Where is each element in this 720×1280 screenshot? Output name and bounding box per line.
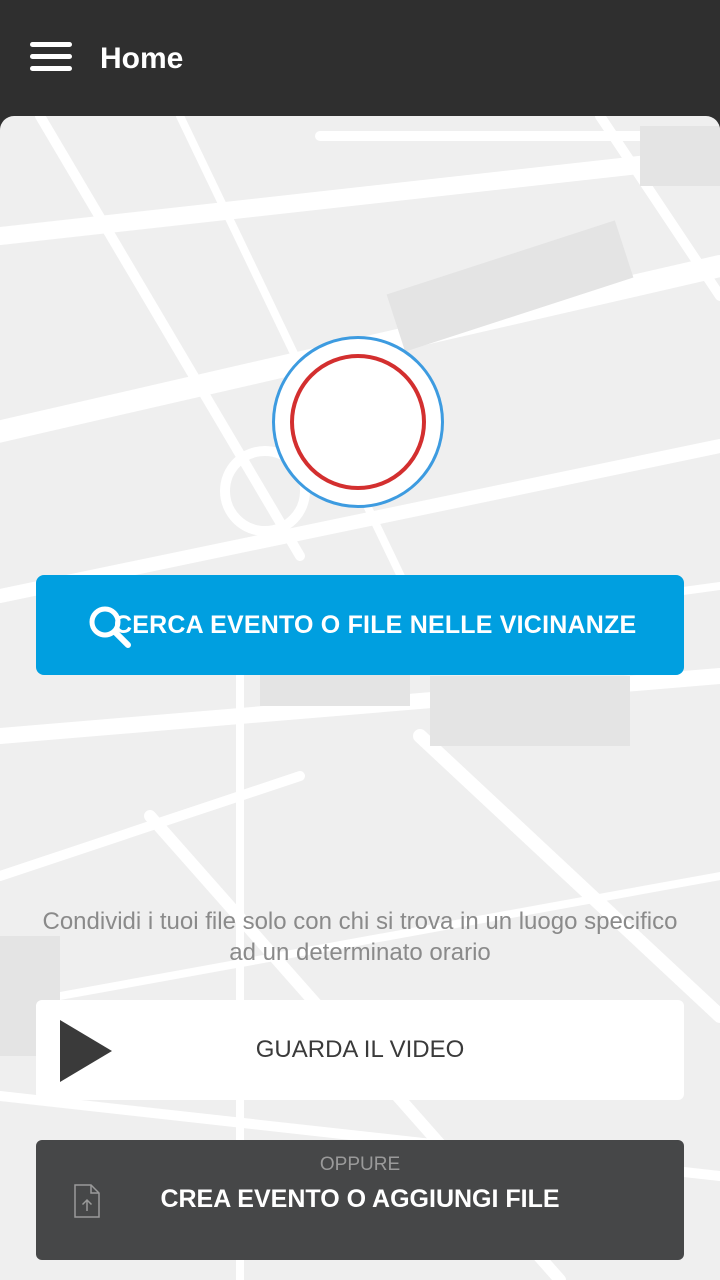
watch-video-button[interactable]: GUARDA IL VIDEO (36, 1000, 684, 1100)
or-label: OPPURE (319, 1154, 401, 1175)
search-nearby-label: CERCA EVENTO O FILE NELLE VICINANZE (114, 611, 637, 639)
watch-video-label: GUARDA IL VIDEO (255, 1036, 465, 1063)
search-nearby-button[interactable]: CERCA EVENTO O FILE NELLE VICINANZE (36, 575, 684, 675)
description-text: Condividi i tuoi file solo con chi si tr… (42, 908, 678, 966)
hamburger-menu-icon[interactable] (30, 42, 72, 72)
record-button[interactable] (272, 336, 444, 508)
page-title: Home (100, 42, 184, 75)
map-streets (0, 116, 720, 1280)
create-event-label: CREA EVENTO O AGGIUNGI FILE (160, 1185, 560, 1213)
app-header: Home (0, 0, 720, 116)
record-icon (290, 354, 426, 490)
map-background: CERCA EVENTO O FILE NELLE VICINANZE Cond… (0, 116, 720, 1280)
create-event-button[interactable]: OPPURE CREA EVENTO O AGGIUNGI FILE (36, 1140, 684, 1260)
